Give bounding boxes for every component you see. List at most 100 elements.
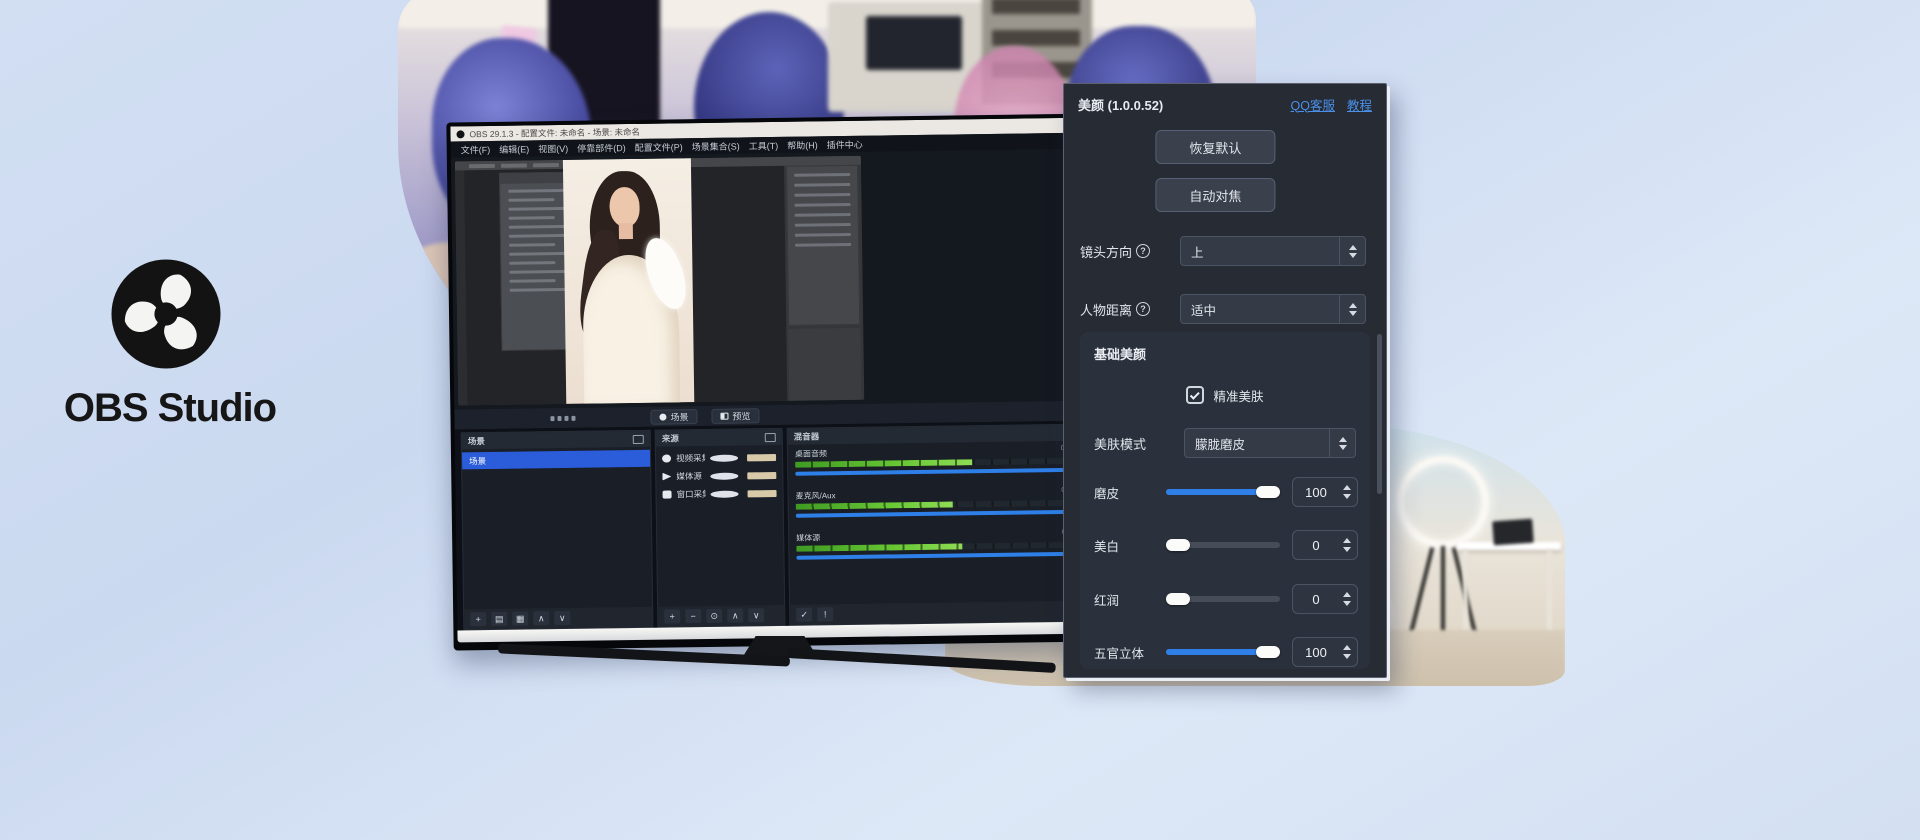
lock-icon[interactable]	[748, 490, 777, 497]
checkbox-label: 精准美肤	[1213, 386, 1263, 405]
remove-scene-icon[interactable]: ▤	[491, 612, 507, 626]
subject-distance-select[interactable]: 适中	[1180, 294, 1366, 324]
subject-distance-row: 人物距离 ? 适中	[1080, 294, 1366, 324]
mixer-config-icon[interactable]: ✓	[796, 608, 812, 622]
obs-window-title: OBS 29.1.3 - 配置文件: 未命名 - 场景: 未命名	[469, 125, 640, 139]
media-source-icon	[662, 472, 671, 480]
select-chevrons-icon[interactable]	[1339, 237, 1365, 265]
scene-list-item[interactable]: 场景	[462, 450, 650, 470]
subject-distance-label: 人物距离	[1080, 300, 1132, 319]
beauty-filter-panel: 美颜 (1.0.0.52) QQ客服 教程 恢复默认 自动对焦 镜头方向 ? 上…	[1063, 83, 1387, 678]
slider-handle[interactable]	[1256, 646, 1280, 658]
whitening-slider[interactable]	[1166, 542, 1280, 548]
tab-label: 场景	[670, 410, 688, 423]
slider-handle[interactable]	[1166, 539, 1190, 551]
qq-support-link[interactable]: QQ客服	[1291, 95, 1335, 114]
slider-value: 0	[1293, 592, 1339, 607]
volume-slider[interactable]	[796, 552, 1082, 560]
facial-depth-slider-row: 五官立体 100	[1094, 636, 1358, 668]
visibility-eye-icon[interactable]	[710, 454, 739, 461]
menu-view[interactable]: 视图(V)	[538, 141, 568, 154]
slider-handle[interactable]	[1166, 593, 1190, 605]
spinner-chevrons-icon[interactable]	[1339, 485, 1357, 499]
move-up-icon[interactable]: ∧	[533, 611, 549, 625]
add-source-icon[interactable]: +	[664, 609, 680, 623]
menu-profile[interactable]: 配置文件(P)	[635, 140, 683, 154]
slider-value: 0	[1293, 538, 1339, 553]
slider-label: 美白	[1094, 536, 1166, 555]
drag-handle-dots[interactable]	[550, 415, 575, 420]
source-list-item[interactable]: 媒体源	[656, 467, 782, 485]
rosy-value-spinner[interactable]: 0	[1292, 584, 1358, 614]
facial-depth-value-spinner[interactable]: 100	[1292, 637, 1358, 667]
add-scene-icon[interactable]: +	[470, 612, 486, 626]
photo-shape	[1492, 519, 1534, 546]
remove-source-icon[interactable]: −	[685, 609, 701, 623]
checkmark-icon	[1190, 389, 1200, 399]
menu-help[interactable]: 帮助(H)	[787, 138, 818, 151]
lock-icon[interactable]	[747, 454, 776, 461]
spinner-chevrons-icon[interactable]	[1339, 538, 1357, 552]
spinner-chevrons-icon[interactable]	[1339, 645, 1357, 659]
slider-handle[interactable]	[1256, 486, 1280, 498]
volume-slider[interactable]	[795, 468, 1081, 476]
scene-filters-icon[interactable]: ▦	[512, 611, 528, 625]
spinner-chevrons-icon[interactable]	[1339, 592, 1357, 606]
desktop-collage: OBS Studio OBS 29.1.3 - 配置文件: 未命名 - 场景: …	[0, 0, 1920, 840]
menu-tools[interactable]: 工具(T)	[749, 138, 779, 151]
move-up-icon[interactable]: ∧	[727, 608, 743, 622]
obs-preview-area[interactable]	[451, 149, 1098, 410]
visibility-eye-icon[interactable]	[710, 490, 739, 497]
source-item-label: 媒体源	[676, 470, 705, 482]
facial-depth-slider[interactable]	[1166, 649, 1280, 655]
camera-direction-select[interactable]: 上	[1180, 236, 1366, 266]
menu-file[interactable]: 文件(F)	[461, 142, 491, 155]
camera-direction-row: 镜头方向 ? 上	[1080, 236, 1366, 266]
mixer-channel: 麦克风/Aux0.0 dB	[796, 487, 1082, 518]
source-list-item[interactable]: 窗口采集	[656, 485, 782, 503]
menu-plugin-center[interactable]: 插件中心	[827, 137, 863, 151]
scene-item-label: 场景	[469, 455, 486, 467]
tab-scene[interactable]: 场景	[650, 409, 697, 425]
smoothing-slider[interactable]	[1166, 489, 1280, 495]
move-down-icon[interactable]: ∨	[748, 608, 764, 622]
panel-scrollbar[interactable]	[1377, 334, 1382, 494]
whitening-slider-row: 美白 0	[1094, 529, 1358, 561]
move-down-icon[interactable]: ∨	[554, 611, 570, 625]
whitening-value-spinner[interactable]: 0	[1292, 530, 1358, 560]
rosy-slider[interactable]	[1166, 596, 1280, 602]
menu-scene-collection[interactable]: 场景集合(S)	[692, 139, 740, 153]
menu-edit[interactable]: 编辑(E)	[499, 142, 529, 155]
mixer-alert-icon[interactable]: !	[817, 607, 833, 621]
skin-mode-select[interactable]: 朦胧磨皮	[1184, 428, 1356, 458]
help-question-icon[interactable]: ?	[1136, 302, 1150, 316]
obs-app-icon	[456, 130, 464, 138]
lock-icon[interactable]	[748, 472, 777, 479]
slider-label: 磨皮	[1094, 483, 1166, 502]
precise-skin-checkbox[interactable]	[1186, 386, 1204, 404]
tab-preview[interactable]: 预览	[711, 408, 759, 424]
smoothing-slider-row: 磨皮 100	[1094, 476, 1358, 508]
photo-shape	[609, 187, 640, 227]
dock-menu-icon[interactable]	[633, 434, 644, 443]
ring-light-shape	[1397, 456, 1489, 548]
portrait-photo	[563, 158, 694, 404]
tutorial-link[interactable]: 教程	[1347, 95, 1372, 114]
visibility-eye-icon[interactable]	[710, 472, 739, 479]
smoothing-value-spinner[interactable]: 100	[1292, 477, 1358, 507]
obs-docks: 场景 场景 + ▤ ▦ ∧ ∨	[455, 421, 1102, 631]
sources-header[interactable]: 来源	[656, 429, 782, 447]
level-meter	[796, 542, 1082, 552]
source-list-item[interactable]: 视频采集设备	[656, 449, 782, 467]
dock-menu-icon[interactable]	[765, 433, 776, 442]
select-chevrons-icon[interactable]	[1329, 429, 1355, 457]
captured-photoshop-window	[455, 156, 864, 406]
volume-slider[interactable]	[796, 510, 1082, 518]
source-properties-icon[interactable]: ⊙	[706, 609, 722, 623]
auto-focus-button[interactable]: 自动对焦	[1155, 178, 1275, 212]
select-chevrons-icon[interactable]	[1339, 295, 1365, 323]
help-question-icon[interactable]: ?	[1136, 244, 1150, 258]
restore-defaults-button[interactable]: 恢复默认	[1155, 130, 1275, 164]
photo-shape	[619, 223, 633, 239]
menu-docks[interactable]: 停靠部件(D)	[577, 141, 626, 155]
